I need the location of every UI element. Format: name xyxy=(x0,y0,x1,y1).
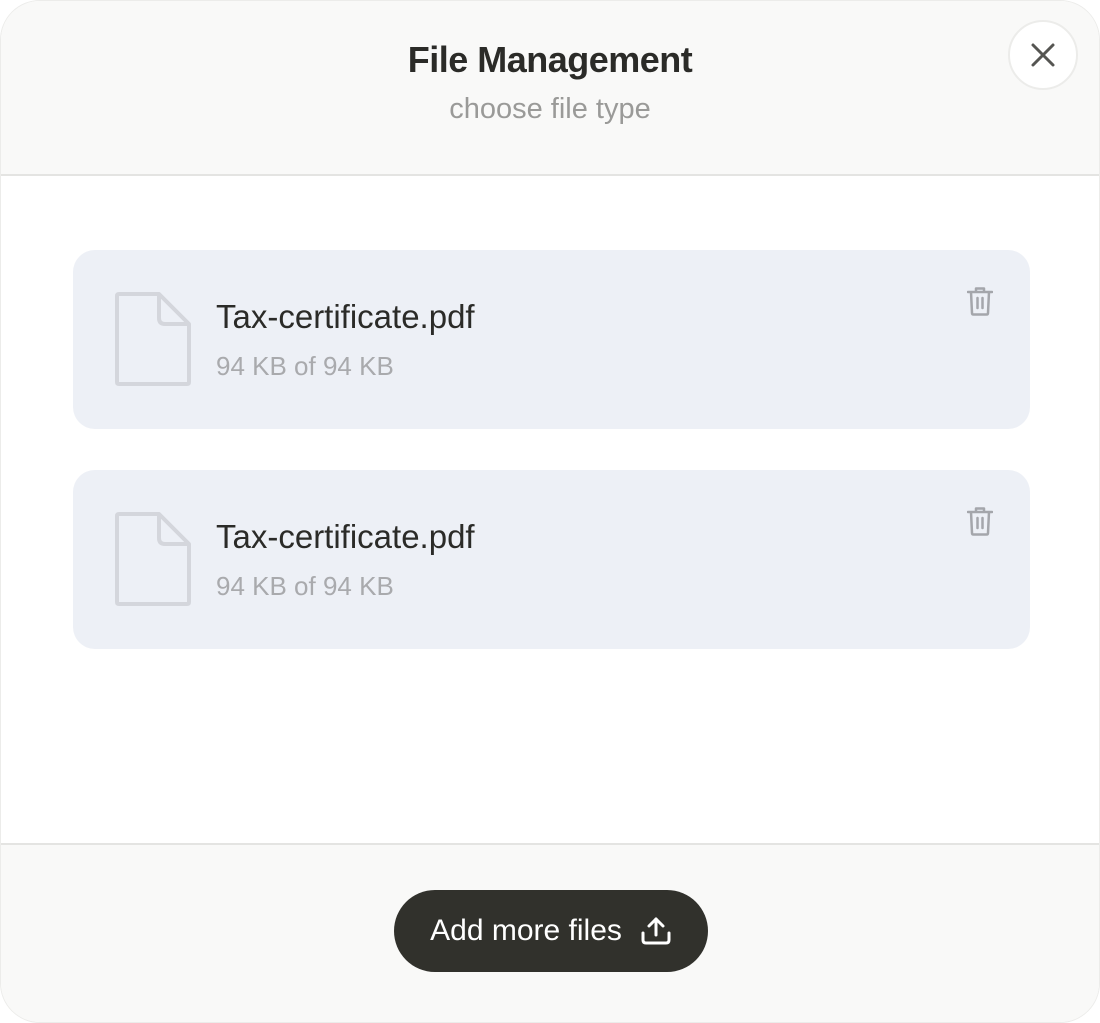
upload-icon xyxy=(641,917,671,945)
file-icon xyxy=(115,292,191,386)
delete-file-button[interactable] xyxy=(963,504,997,538)
modal-header: File Management choose file type xyxy=(1,1,1099,176)
file-icon xyxy=(115,512,191,606)
close-button[interactable] xyxy=(1008,20,1078,90)
modal-subtitle: choose file type xyxy=(449,93,651,125)
file-size: 94 KB of 94 KB xyxy=(216,571,394,601)
modal-footer: Add more files xyxy=(1,843,1099,1022)
file-size: 94 KB of 94 KB xyxy=(216,351,394,381)
file-name: Tax-certificate.pdf xyxy=(216,298,475,335)
close-icon xyxy=(1031,43,1055,67)
delete-file-button[interactable] xyxy=(963,284,997,318)
trash-icon xyxy=(967,287,993,316)
file-name: Tax-certificate.pdf xyxy=(216,518,475,555)
add-more-files-button[interactable]: Add more files xyxy=(394,890,708,972)
modal-title: File Management xyxy=(407,39,693,80)
file-item: Tax-certificate.pdf 94 KB of 94 KB xyxy=(73,470,1030,649)
add-more-files-label: Add more files xyxy=(430,914,622,947)
trash-icon xyxy=(967,507,993,536)
file-management-modal: File Management choose file type Tax-cer… xyxy=(0,0,1100,1023)
file-item: Tax-certificate.pdf 94 KB of 94 KB xyxy=(73,250,1030,429)
